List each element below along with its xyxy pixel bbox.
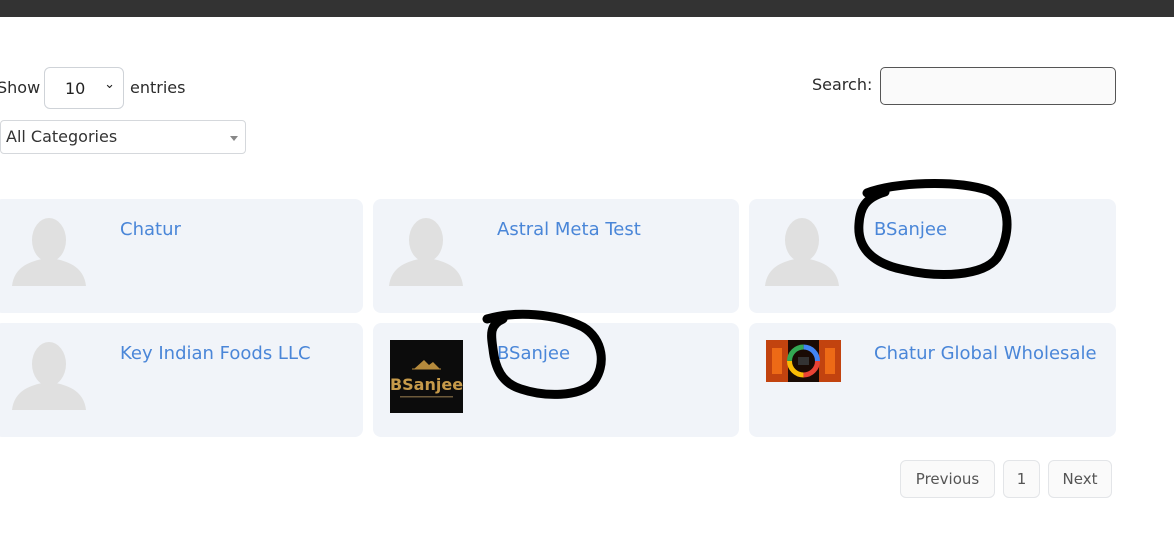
vendor-card[interactable]: Chatur xyxy=(0,199,363,313)
chevron-down-icon: ⌄ xyxy=(104,77,115,92)
entries-label: entries xyxy=(130,78,186,97)
vendor-name-link[interactable]: Chatur xyxy=(120,219,181,240)
search-input[interactable] xyxy=(880,67,1116,105)
search-label: Search: xyxy=(812,75,873,94)
user-avatar-icon xyxy=(389,218,463,286)
category-filter-select[interactable]: All Categories xyxy=(0,120,246,154)
next-page-button[interactable]: Next xyxy=(1048,460,1112,498)
bsanjee-logo-image: BSanjee xyxy=(390,340,463,413)
vendor-card[interactable]: Key Indian Foods LLC xyxy=(0,323,363,437)
vendor-name-link[interactable]: Key Indian Foods LLC xyxy=(120,343,311,364)
show-label: Show xyxy=(0,78,41,97)
page-length-value: 10 xyxy=(65,79,86,98)
vendor-card[interactable]: Chatur Global Wholesale xyxy=(749,323,1116,437)
bsanjee-logo-text: BSanjee xyxy=(390,375,463,394)
page-length-select[interactable]: 10 ⌄ xyxy=(44,67,124,109)
vendor-name-link[interactable]: Astral Meta Test xyxy=(497,219,641,240)
user-avatar-icon xyxy=(12,218,86,286)
vendor-card[interactable]: BSanjee xyxy=(749,199,1116,313)
chatur-global-logo-image xyxy=(766,340,841,382)
user-avatar-icon xyxy=(12,342,86,410)
user-avatar-icon xyxy=(765,218,839,286)
vendor-card[interactable]: BSanjee BSanjee xyxy=(373,323,739,437)
top-nav-bar xyxy=(0,0,1174,17)
vendor-card[interactable]: Astral Meta Test xyxy=(373,199,739,313)
page-1-button[interactable]: 1 xyxy=(1003,460,1040,498)
vendor-name-link[interactable]: BSanjee xyxy=(874,219,947,240)
vendor-name-link[interactable]: BSanjee xyxy=(497,343,570,364)
category-filter-value: All Categories xyxy=(6,127,118,146)
caret-down-icon xyxy=(230,136,238,141)
previous-page-button[interactable]: Previous xyxy=(900,460,995,498)
vendor-name-link[interactable]: Chatur Global Wholesale xyxy=(874,343,1097,364)
